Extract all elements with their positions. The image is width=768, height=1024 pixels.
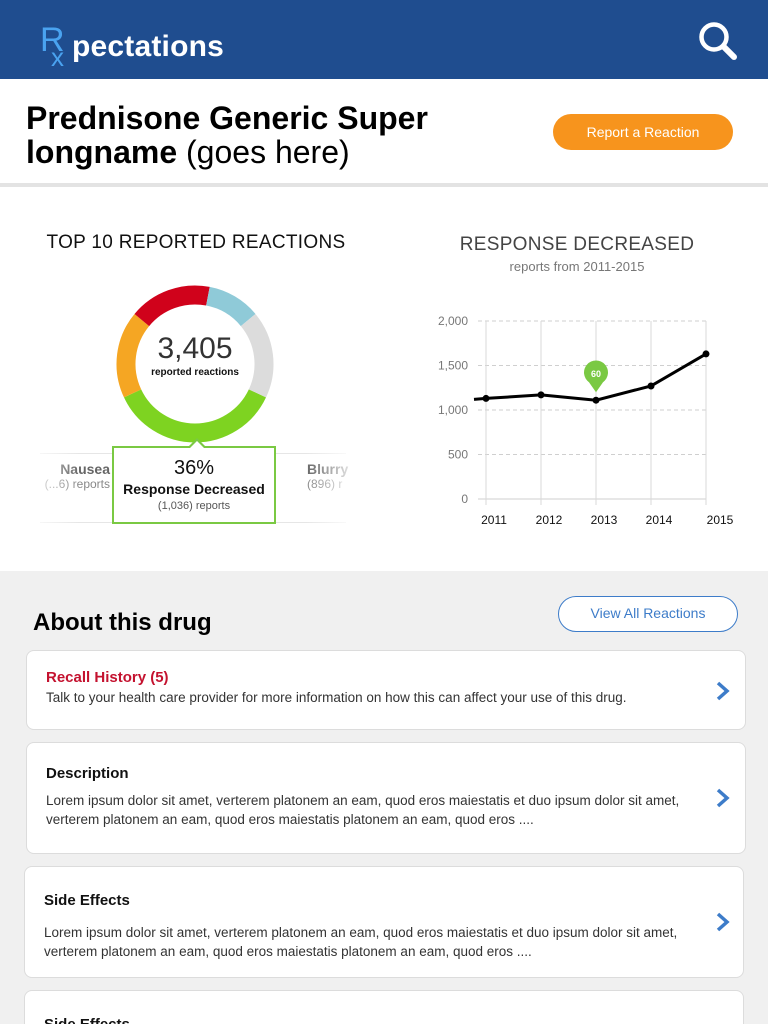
x-tick-label: 2015 (707, 513, 734, 526)
y-tick-label: 1,500 (438, 359, 468, 373)
reaction-name: Nausea (60, 461, 110, 477)
drug-name-suffix: (goes here) (186, 134, 350, 170)
side-effects-card-2[interactable]: Side Effects (24, 990, 744, 1024)
total-reactions-label: reported reactions (151, 367, 239, 378)
logo-wordmark: pectations (72, 30, 225, 63)
logo-x-letter: x (51, 42, 64, 66)
x-tick-label: 2013 (591, 513, 618, 526)
card-body: Lorem ipsum dolor sit amet, verterem pla… (46, 793, 680, 827)
response-chart-subtitle: reports from 2011-2015 (509, 259, 645, 274)
marker-label: 60 (591, 369, 601, 379)
y-tick-label: 1,000 (438, 403, 468, 417)
chevron-right-icon (716, 912, 730, 932)
selected-reaction-card[interactable]: 36% Response Decreased (1,036) reports (112, 438, 276, 524)
response-line-chart: 0 500 1,000 1,500 2,000 2011 2012 2013 2014 2015 6… (438, 316, 734, 526)
reactions-donut-chart[interactable]: 3,405 reported reactions (110, 279, 280, 449)
data-point[interactable] (592, 396, 600, 404)
selected-reaction-name: Response Decreased (123, 481, 265, 497)
reaction-count: (896) r (307, 477, 343, 491)
reaction-card-blurry[interactable]: Blurry (896) r (307, 461, 367, 491)
drug-title: Prednisone Generic Super longname (goes … (26, 101, 486, 169)
donut-segment[interactable] (123, 389, 267, 443)
data-point[interactable] (647, 382, 655, 390)
x-tick-label: 2011 (481, 513, 507, 526)
report-reaction-button[interactable]: Report a Reaction (553, 114, 733, 150)
stats-panel: TOP 10 REPORTED REACTIONS 3,405 reported… (0, 191, 768, 571)
top-reactions-title: TOP 10 REPORTED REACTIONS (46, 232, 346, 253)
side-effects-card[interactable]: Side Effects Lorem ipsum dolor sit amet,… (24, 866, 744, 978)
description-card[interactable]: Description Lorem ipsum dolor sit amet, … (26, 742, 746, 854)
card-title: Side Effects (44, 1016, 130, 1024)
response-chart-title: RESPONSE DECREASED (459, 234, 695, 255)
value-marker-pin[interactable]: 60 (584, 360, 608, 393)
card-body: Talk to your health care provider for mo… (46, 690, 627, 705)
card-title: Side Effects (44, 892, 130, 909)
search-button[interactable] (697, 20, 739, 62)
reaction-card-nausea[interactable]: Nausea (...6) reports (30, 461, 110, 491)
drug-title-bar: Prednisone Generic Super longname (goes … (0, 79, 768, 187)
about-title: About this drug (33, 609, 212, 636)
divider (40, 522, 115, 523)
total-reactions-count: 3,405 (157, 332, 233, 365)
card-title: Recall History (5) (46, 669, 169, 686)
data-point[interactable] (537, 391, 545, 399)
divider (40, 453, 115, 454)
data-point[interactable] (702, 350, 710, 358)
donut-segment[interactable] (205, 286, 256, 327)
app-logo[interactable]: R x pectations (40, 18, 225, 72)
donut-segment[interactable] (134, 285, 210, 327)
pointer-caret-inner (190, 441, 204, 448)
app-header: R x pectations (0, 0, 768, 79)
divider (276, 522, 346, 523)
y-tick-label: 500 (448, 448, 468, 462)
chevron-right-icon (716, 681, 730, 701)
selected-reaction-percent: 36% (173, 457, 215, 479)
reaction-count: (...6) reports (44, 477, 110, 491)
x-tick-label: 2012 (536, 513, 563, 526)
rx-logo-mark: R x (40, 20, 72, 72)
card-title: Description (46, 765, 129, 782)
about-section: About this drug View All Reactions Recal… (0, 571, 768, 1024)
card-body: Lorem ipsum dolor sit amet, verterem pla… (44, 925, 678, 959)
y-tick-label: 2,000 (438, 316, 468, 328)
chevron-right-icon (716, 788, 730, 808)
data-point[interactable] (482, 394, 490, 402)
recall-history-card[interactable]: Recall History (5) Talk to your health c… (26, 650, 746, 730)
search-icon (699, 22, 737, 60)
reaction-name: Blurry (307, 461, 349, 477)
donut-center: 3,405 reported reactions (110, 332, 280, 379)
view-all-reactions-button[interactable]: View All Reactions (558, 596, 738, 632)
divider (276, 453, 346, 454)
y-tick-label: 0 (461, 492, 468, 506)
x-tick-label: 2014 (646, 513, 673, 526)
selected-reaction-count: (1,036) reports (157, 500, 231, 512)
